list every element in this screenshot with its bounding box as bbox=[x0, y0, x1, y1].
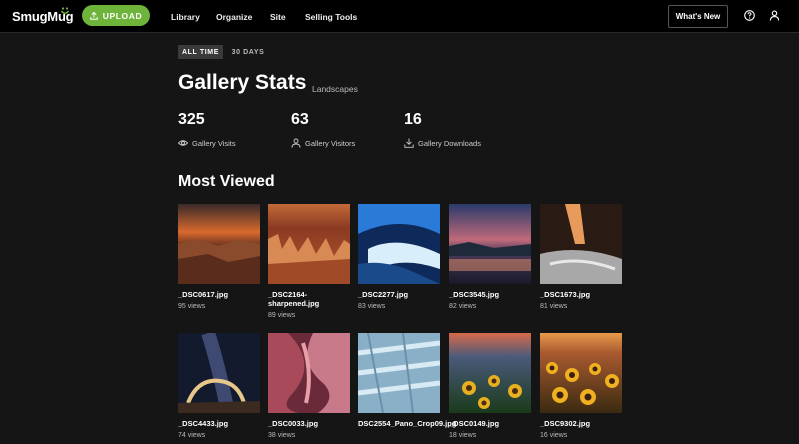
photo-filename[interactable]: _DSC0149.jpg bbox=[449, 419, 533, 428]
stat-visitors-label: Gallery Visitors bbox=[291, 138, 355, 148]
person-icon bbox=[291, 138, 301, 148]
photo-thumbnail[interactable] bbox=[540, 333, 622, 413]
nav-selling-tools[interactable]: Selling Tools bbox=[305, 12, 357, 22]
photo-thumbnail[interactable] bbox=[358, 333, 440, 413]
most-viewed-title: Most Viewed bbox=[178, 173, 275, 190]
nav-organize[interactable]: Organize bbox=[216, 12, 252, 22]
tab-30-days[interactable]: 30 DAYS bbox=[228, 45, 268, 59]
photo-views: 16 views bbox=[540, 432, 568, 439]
upload-icon bbox=[90, 11, 98, 20]
photo-thumbnail[interactable] bbox=[449, 204, 531, 284]
photo-thumbnail[interactable] bbox=[358, 204, 440, 284]
upload-label: UPLOAD bbox=[102, 10, 143, 21]
photo-views: 89 views bbox=[268, 312, 296, 319]
photo-filename[interactable]: _DSC3545.jpg bbox=[449, 290, 533, 299]
user-icon[interactable] bbox=[769, 10, 780, 21]
eye-icon bbox=[178, 140, 188, 146]
page-title: Gallery Stats bbox=[178, 71, 307, 94]
stat-visitors-value: 63 bbox=[291, 111, 309, 128]
photo-views: 74 views bbox=[178, 432, 206, 439]
photo-filename[interactable]: DSC2554_Pano_Crop09.jpg bbox=[358, 419, 456, 428]
photo-filename[interactable]: _DSC0617.jpg bbox=[178, 290, 262, 299]
photo-filename[interactable]: _DSC2277.jpg bbox=[358, 290, 442, 299]
upload-button[interactable]: UPLOAD bbox=[82, 5, 150, 26]
top-bar: SmugMug UPLOAD Library Organize Site Sel… bbox=[0, 0, 799, 33]
photo-thumbnail[interactable] bbox=[268, 333, 350, 413]
stat-visits-label: Gallery Visits bbox=[178, 138, 236, 148]
nav-site[interactable]: Site bbox=[270, 12, 286, 22]
photo-views: 18 views bbox=[449, 432, 477, 439]
photo-thumbnail[interactable] bbox=[268, 204, 350, 284]
stat-downloads-text: Gallery Downloads bbox=[418, 138, 481, 148]
photo-views: 95 views bbox=[178, 303, 206, 310]
tab-all-time[interactable]: ALL TIME bbox=[178, 45, 223, 59]
whats-new-button[interactable]: What's New bbox=[668, 5, 728, 28]
stat-visitors-text: Gallery Visitors bbox=[305, 138, 356, 148]
photo-filename[interactable]: _DSC1673.jpg bbox=[540, 290, 624, 299]
stat-downloads-value: 16 bbox=[404, 111, 422, 128]
stat-visits-value: 325 bbox=[178, 111, 205, 128]
photo-filename[interactable]: _DSC0033.jpg bbox=[268, 419, 352, 428]
photo-filename[interactable]: _DSC4433.jpg bbox=[178, 419, 262, 428]
photo-thumbnail[interactable] bbox=[540, 204, 622, 284]
photo-views: 38 views bbox=[268, 432, 296, 439]
photo-filename[interactable]: _DSC9302.jpg bbox=[540, 419, 624, 428]
photo-filename[interactable]: _DSC2164-sharpened.jpg bbox=[268, 290, 352, 308]
gallery-name: Landscapes bbox=[312, 84, 358, 94]
help-icon[interactable] bbox=[744, 10, 755, 21]
nav-library[interactable]: Library bbox=[171, 12, 200, 22]
photo-thumbnail[interactable] bbox=[178, 204, 260, 284]
smile-icon bbox=[60, 7, 70, 14]
photo-views: 81 views bbox=[540, 303, 568, 310]
photo-thumbnail[interactable] bbox=[178, 333, 260, 413]
stat-downloads-label: Gallery Downloads bbox=[404, 138, 481, 148]
download-icon bbox=[404, 138, 414, 148]
photo-views: 83 views bbox=[358, 303, 386, 310]
stat-visits-text: Gallery Visits bbox=[192, 138, 236, 148]
photo-views: 82 views bbox=[449, 303, 477, 310]
photo-thumbnail[interactable] bbox=[449, 333, 531, 413]
